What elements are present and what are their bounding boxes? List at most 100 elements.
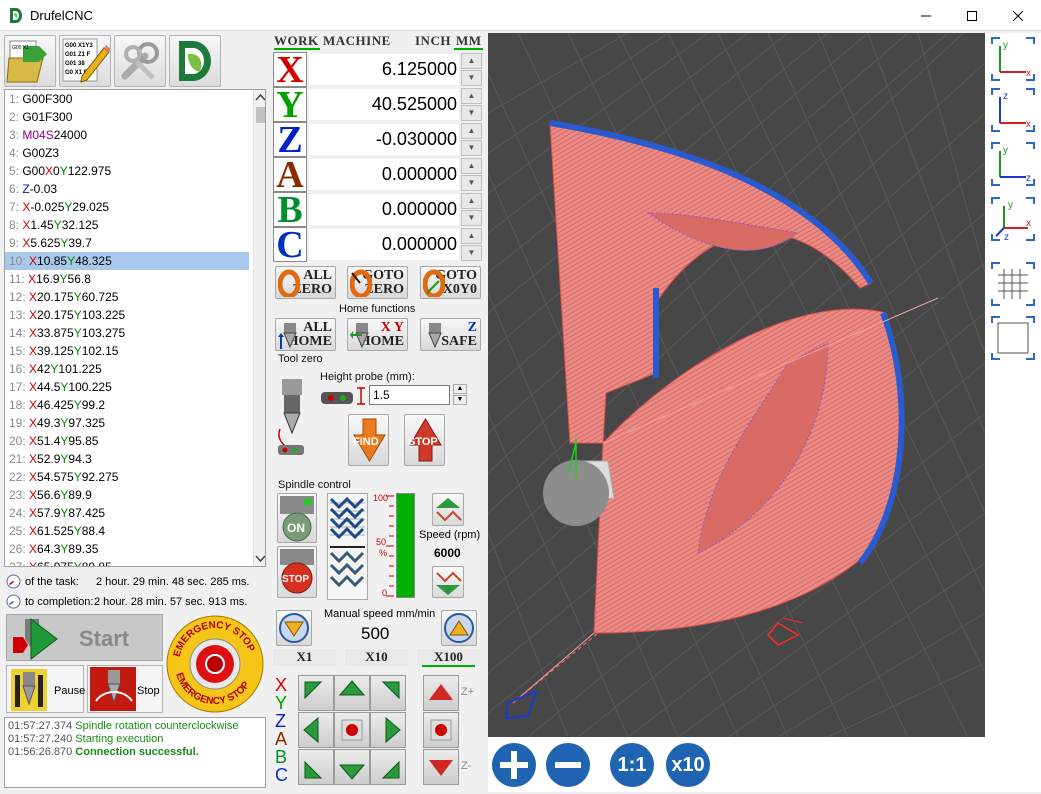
jog-left-button[interactable] [298,712,334,748]
goto-x0y0-button[interactable]: GOTO X0Y0 [420,266,481,299]
axis-up-button[interactable]: ▲ [461,193,482,209]
stop-button[interactable]: Stop [87,665,163,713]
jog-up-left-button[interactable] [298,675,334,711]
gcode-line[interactable]: 4: G00Z3 [5,144,249,162]
axis-down-button[interactable]: ▼ [461,210,482,226]
axis-letter-x[interactable]: X [273,51,307,89]
jog-center-button[interactable] [334,712,370,748]
axis-value-b[interactable]: 0.000000 [309,194,459,225]
view-yz-icon[interactable]: yz [990,141,1036,187]
gcode-list[interactable]: 1: G00F300 2: G01F300 3: M04S24000 4: G00Z3… [4,89,266,567]
axis-down-button[interactable]: ▼ [461,245,482,261]
gcode-line[interactable]: 17: X44.5Y100.225 [5,378,249,396]
gcode-line[interactable]: 24: X57.9Y87.425 [5,504,249,522]
jog-axis-letter[interactable]: C [275,766,288,784]
axis-down-button[interactable]: ▼ [461,105,482,121]
axis-letter-a[interactable]: A [273,156,307,194]
gcode-line[interactable]: 2: G01F300 [5,108,249,126]
find-probe-button[interactable]: FIND [348,414,389,466]
jog-axis-letter[interactable]: Y [275,694,287,712]
open-file-button[interactable]: G00 X1 [4,35,56,87]
toolpath-3d-viewport[interactable] [488,33,985,737]
gcode-line[interactable]: 5: G00X0Y122.975 [5,162,249,180]
gcode-line[interactable]: 14: X33.875Y103.275 [5,324,249,342]
probe-up-button[interactable]: ▲ [453,384,467,394]
speed-down-button[interactable] [432,566,464,598]
gcode-line[interactable]: 22: X54.575Y92.275 [5,468,249,486]
axis-up-button[interactable]: ▲ [461,228,482,244]
gcode-scrollbar[interactable] [253,90,266,566]
jog-axis-letter[interactable]: Z [275,712,286,730]
scroll-down-icon[interactable] [255,554,266,563]
gcode-line[interactable]: 27: X65.975Y89.85 [5,558,249,566]
gcode-line[interactable]: 18: X46.425Y99.2 [5,396,249,414]
axis-letter-b[interactable]: B [273,191,307,229]
axis-value-z[interactable]: -0.030000 [309,124,459,155]
jog-up-button[interactable] [334,675,370,711]
emergency-stop-button[interactable]: EMERGENCY STOP EMERGENCY STOP [165,614,266,714]
jog-z-minus-button[interactable] [423,749,459,785]
axis-letter-y[interactable]: Y [273,86,307,124]
gcode-line[interactable]: 23: X56.6Y89.9 [5,486,249,504]
speed-up-button[interactable] [432,493,464,526]
step-x1-button[interactable]: X1 [273,649,336,666]
xy-home-button[interactable]: X Y HOME [347,318,408,351]
axis-up-button[interactable]: ▲ [461,88,482,104]
edit-gcode-button[interactable]: G00 X1Y3 G01 Z1 F G01 38 G0 X1 F [59,35,111,87]
gcode-line[interactable]: 21: X52.9Y94.3 [5,450,249,468]
tab-work[interactable]: WORK [274,33,319,49]
pause-button[interactable]: Pause [6,665,85,713]
scroll-thumb[interactable] [256,107,265,123]
zoom-x10-button[interactable]: x10 [666,743,710,787]
axis-down-button[interactable]: ▼ [461,140,482,156]
axis-value-y[interactable]: 40.525000 [309,89,459,120]
gcode-line[interactable]: 11: X16.9Y56.8 [5,270,249,288]
all-zero-button[interactable]: ALL ZERO [275,266,336,299]
view-isometric-icon[interactable]: y x z [990,196,1036,242]
all-home-button[interactable]: ALL HOME [275,318,336,351]
manual-speed-up-button[interactable] [441,610,477,646]
jog-down-left-button[interactable] [298,749,334,785]
tab-inch[interactable]: INCH [415,33,451,49]
gcode-line[interactable]: 25: X61.525Y88.4 [5,522,249,540]
jog-z-center-button[interactable] [423,712,459,748]
gcode-line[interactable]: 20: X51.4Y95.85 [5,432,249,450]
gcode-line[interactable]: 26: X64.3Y89.35 [5,540,249,558]
axis-up-button[interactable]: ▲ [461,53,482,69]
gcode-line[interactable]: 3: M04S24000 [5,126,249,144]
maximize-button[interactable] [949,0,995,31]
view-grid-toggle-icon[interactable] [990,261,1036,307]
gcode-line[interactable]: 9: X5.625Y39.7 [5,234,249,252]
zoom-1to1-button[interactable]: 1:1 [610,743,654,787]
jog-right-button[interactable] [370,712,406,748]
height-probe-input[interactable]: 1.5 [369,385,450,405]
jog-axis-letter[interactable]: B [275,748,287,766]
gcode-line[interactable]: 1: G00F300 [5,90,249,108]
jog-z-plus-button[interactable] [423,675,459,711]
jog-axis-letter[interactable]: A [275,730,287,748]
spindle-stop-button[interactable]: STOP [277,546,317,598]
axis-value-a[interactable]: 0.000000 [309,159,459,190]
axis-up-button[interactable]: ▲ [461,158,482,174]
z-safe-button[interactable]: Z SAFE [420,318,481,351]
goto-zero-button[interactable]: GOTO ZERO [347,266,408,299]
view-xz-icon[interactable]: zx [990,87,1036,133]
step-x100-button[interactable]: X100 [417,649,480,666]
settings-button[interactable] [114,35,166,87]
axis-value-x[interactable]: 6.125000 [309,54,459,85]
axis-letter-z[interactable]: Z [273,121,307,159]
axis-up-button[interactable]: ▲ [461,123,482,139]
step-x10-button[interactable]: X10 [345,649,408,666]
zoom-out-button[interactable] [546,743,590,787]
view-xy-icon[interactable]: yx [990,36,1036,82]
gcode-line[interactable]: 10: X10.85Y48.325 [5,252,249,270]
gcode-line[interactable]: 15: X39.125Y102.15 [5,342,249,360]
axis-down-button[interactable]: ▼ [461,70,482,86]
gcode-line[interactable]: 8: X1.45Y32.125 [5,216,249,234]
spindle-speed-slider-icon[interactable] [327,493,368,600]
close-button[interactable] [995,0,1041,31]
stop-probe-button[interactable]: STOP [404,414,445,466]
gcode-line[interactable]: 16: X42Y101.225 [5,360,249,378]
jog-down-right-button[interactable] [370,749,406,785]
scroll-up-icon[interactable] [255,93,266,102]
